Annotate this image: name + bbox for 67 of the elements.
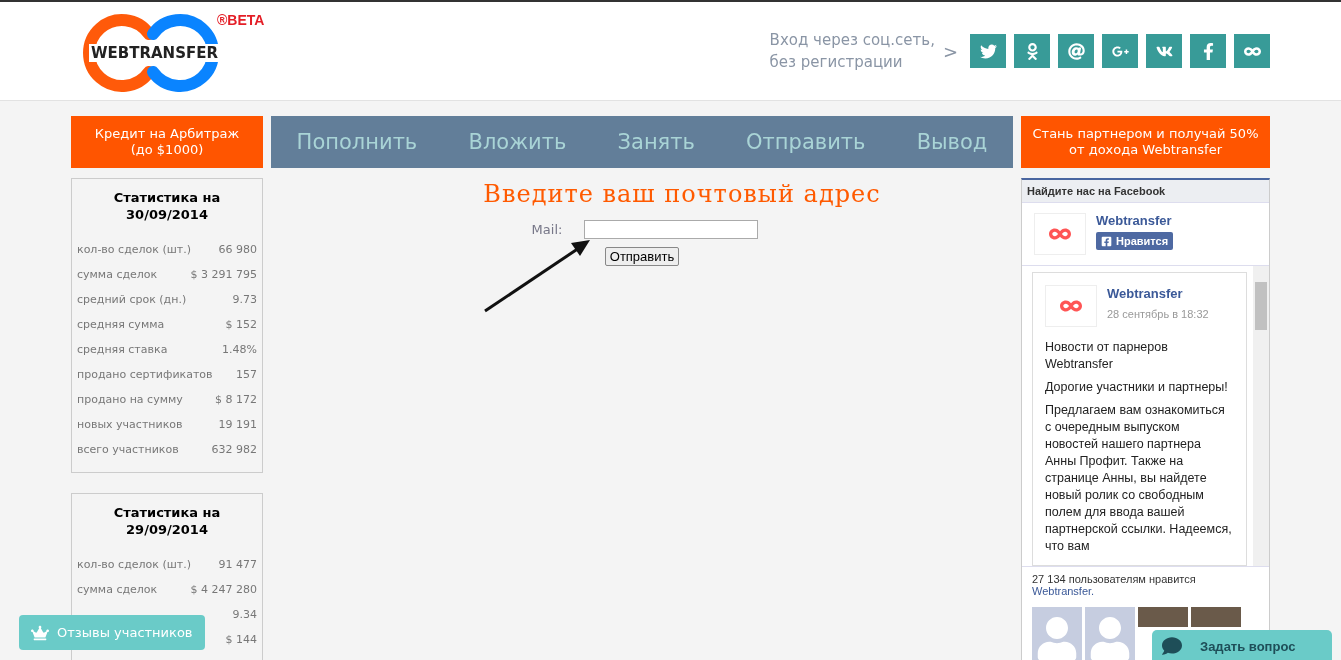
post-date: 28 сентябрь в 18:32 [1107,307,1209,322]
stat-label: новых участников [77,418,183,433]
speech-bubble-icon [1162,636,1182,656]
at-sign-icon [1067,42,1085,60]
stat-label: средняя ставка [77,343,168,358]
beta-label: ®BETA [217,12,265,28]
likes-text: 27 134 пользователям нравится Webtransfer. [1022,566,1269,603]
stat-value: $ 152 [225,318,257,333]
promo-banner[interactable]: Кредит на Арбитраж (до $1000) [71,116,263,168]
stat-value: 9.34 [232,608,257,623]
nav-link[interactable]: Вложить [468,130,567,154]
bird-icon [979,42,997,60]
stat-value: 1.48% [222,343,257,358]
page-link[interactable]: Webtransfer. [1032,585,1095,597]
stats-title: Статистика на 30/09/2014 [112,189,222,223]
stat-value: $ 144 [225,633,257,648]
crown-icon [31,623,49,642]
social-login-button[interactable] [970,34,1006,68]
submit-button[interactable]: Отправить [604,247,680,266]
stat-label: сумма сделок [77,583,158,598]
promo-banner[interactable]: Стань партнером и получай 50% от дохода Webtransfer [1021,116,1270,168]
stat-label: продано на сумму [77,393,183,408]
like-button[interactable]: Нравится [1096,232,1174,250]
nav-link[interactable]: Вывод [916,130,988,154]
social-login-button[interactable] [1014,34,1050,68]
stat-label: сумма сделок [77,268,158,283]
social-login-hint: Вход через соц.сеть, без регистрации [769,30,935,73]
stat-value: 91 477 [218,558,257,573]
stat-value: $ 3 291 795 [190,268,257,283]
chevron-icon: > [942,40,958,62]
scrollbar[interactable] [1253,266,1269,566]
mail-input-field[interactable] [584,220,759,239]
stat-label: всего участников [77,443,179,458]
form-title: Введите ваш почтовый адрес [483,180,881,208]
social-login-button[interactable] [1102,34,1138,68]
reviews-button[interactable]: Отзывы участников [19,615,205,650]
f-letter-icon [1101,235,1112,247]
stat-value: $ 8 172 [215,393,257,408]
stat-value: 632 982 [211,443,257,458]
nav-link[interactable]: Отправить [746,130,866,154]
scrollbar-thumb[interactable] [1255,282,1267,330]
post-text: Дорогие участники и партнеры! [1045,379,1229,396]
post-text: Новости от парнеров Webtransfer [1045,339,1169,373]
nav-link[interactable]: Пополнить [296,130,418,154]
social-login-button[interactable] [1058,34,1094,68]
stat-value: 157 [236,368,257,383]
stat-value: 66 980 [218,243,257,258]
stats-title: Статистика на 29/09/2014 [112,504,222,538]
stat-value: $ 4 247 280 [190,583,257,598]
stat-label: кол-во сделок (шт.) [77,243,191,258]
widget-header: Найдите нас на Facebook [1022,180,1269,203]
stat-label: средний срок (дн.) [77,293,187,308]
stat-value: 19 191 [218,418,257,433]
author-link[interactable]: Webtransfer [1107,285,1209,302]
social-login-button[interactable] [1146,34,1182,68]
social-login-button[interactable] [1234,34,1270,68]
stat-label: продано сертификатов [77,368,213,383]
stat-label: кол-во сделок (шт.) [77,558,191,573]
stat-label: средняя сумма [77,318,165,333]
stat-value: 9.73 [232,293,257,308]
post-text: Предлагаем вам ознакомиться с очередным выпуском новостей нашего партнера Анны Профит. Также на странице Анны, вы найдете новый ролик со свободным полем для ввода вашей партнерской ссылки. Надеемся, что вам [1045,402,1233,555]
logo-text: WEBTRANSFER [89,44,221,62]
social-login-button[interactable] [1190,34,1226,68]
nav-link[interactable]: Занять [617,130,695,154]
mail-label: Mail: [531,222,563,237]
ask-question-button[interactable]: Задать вопрос [1152,630,1332,660]
page-name-link[interactable]: Webtransfer [1096,213,1174,228]
